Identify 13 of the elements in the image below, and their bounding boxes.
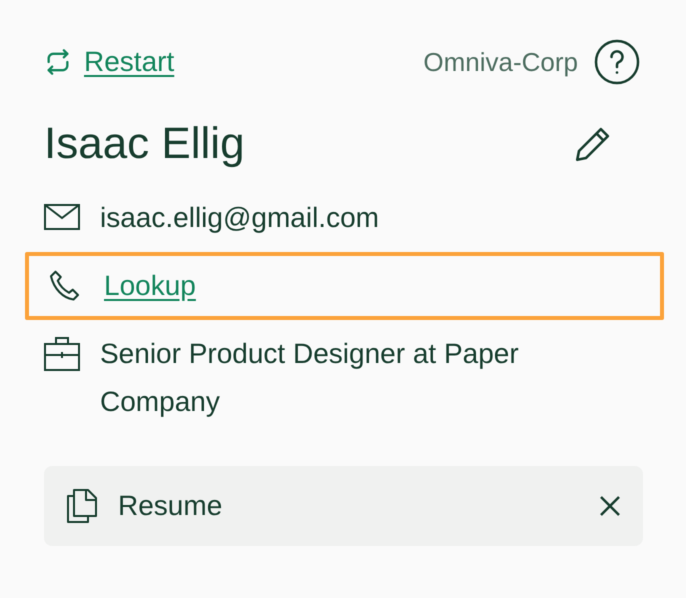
help-icon[interactable] <box>594 39 640 85</box>
email-text: isaac.ellig@gmail.com <box>100 201 380 235</box>
close-icon[interactable] <box>599 495 621 517</box>
attachment-card[interactable]: Resume <box>44 466 643 546</box>
contact-name: Isaac Ellig <box>44 118 245 170</box>
organization-name: Omniva-Corp <box>423 46 578 78</box>
attachment-label: Resume <box>118 489 224 523</box>
briefcase-icon <box>44 336 80 372</box>
restart-link[interactable]: Restart <box>44 41 174 83</box>
envelope-icon <box>44 204 80 232</box>
job-title-text: Senior Product Designer at Paper Company <box>100 337 520 419</box>
lookup-link[interactable]: Lookup <box>104 268 196 304</box>
documents-icon <box>66 488 98 524</box>
